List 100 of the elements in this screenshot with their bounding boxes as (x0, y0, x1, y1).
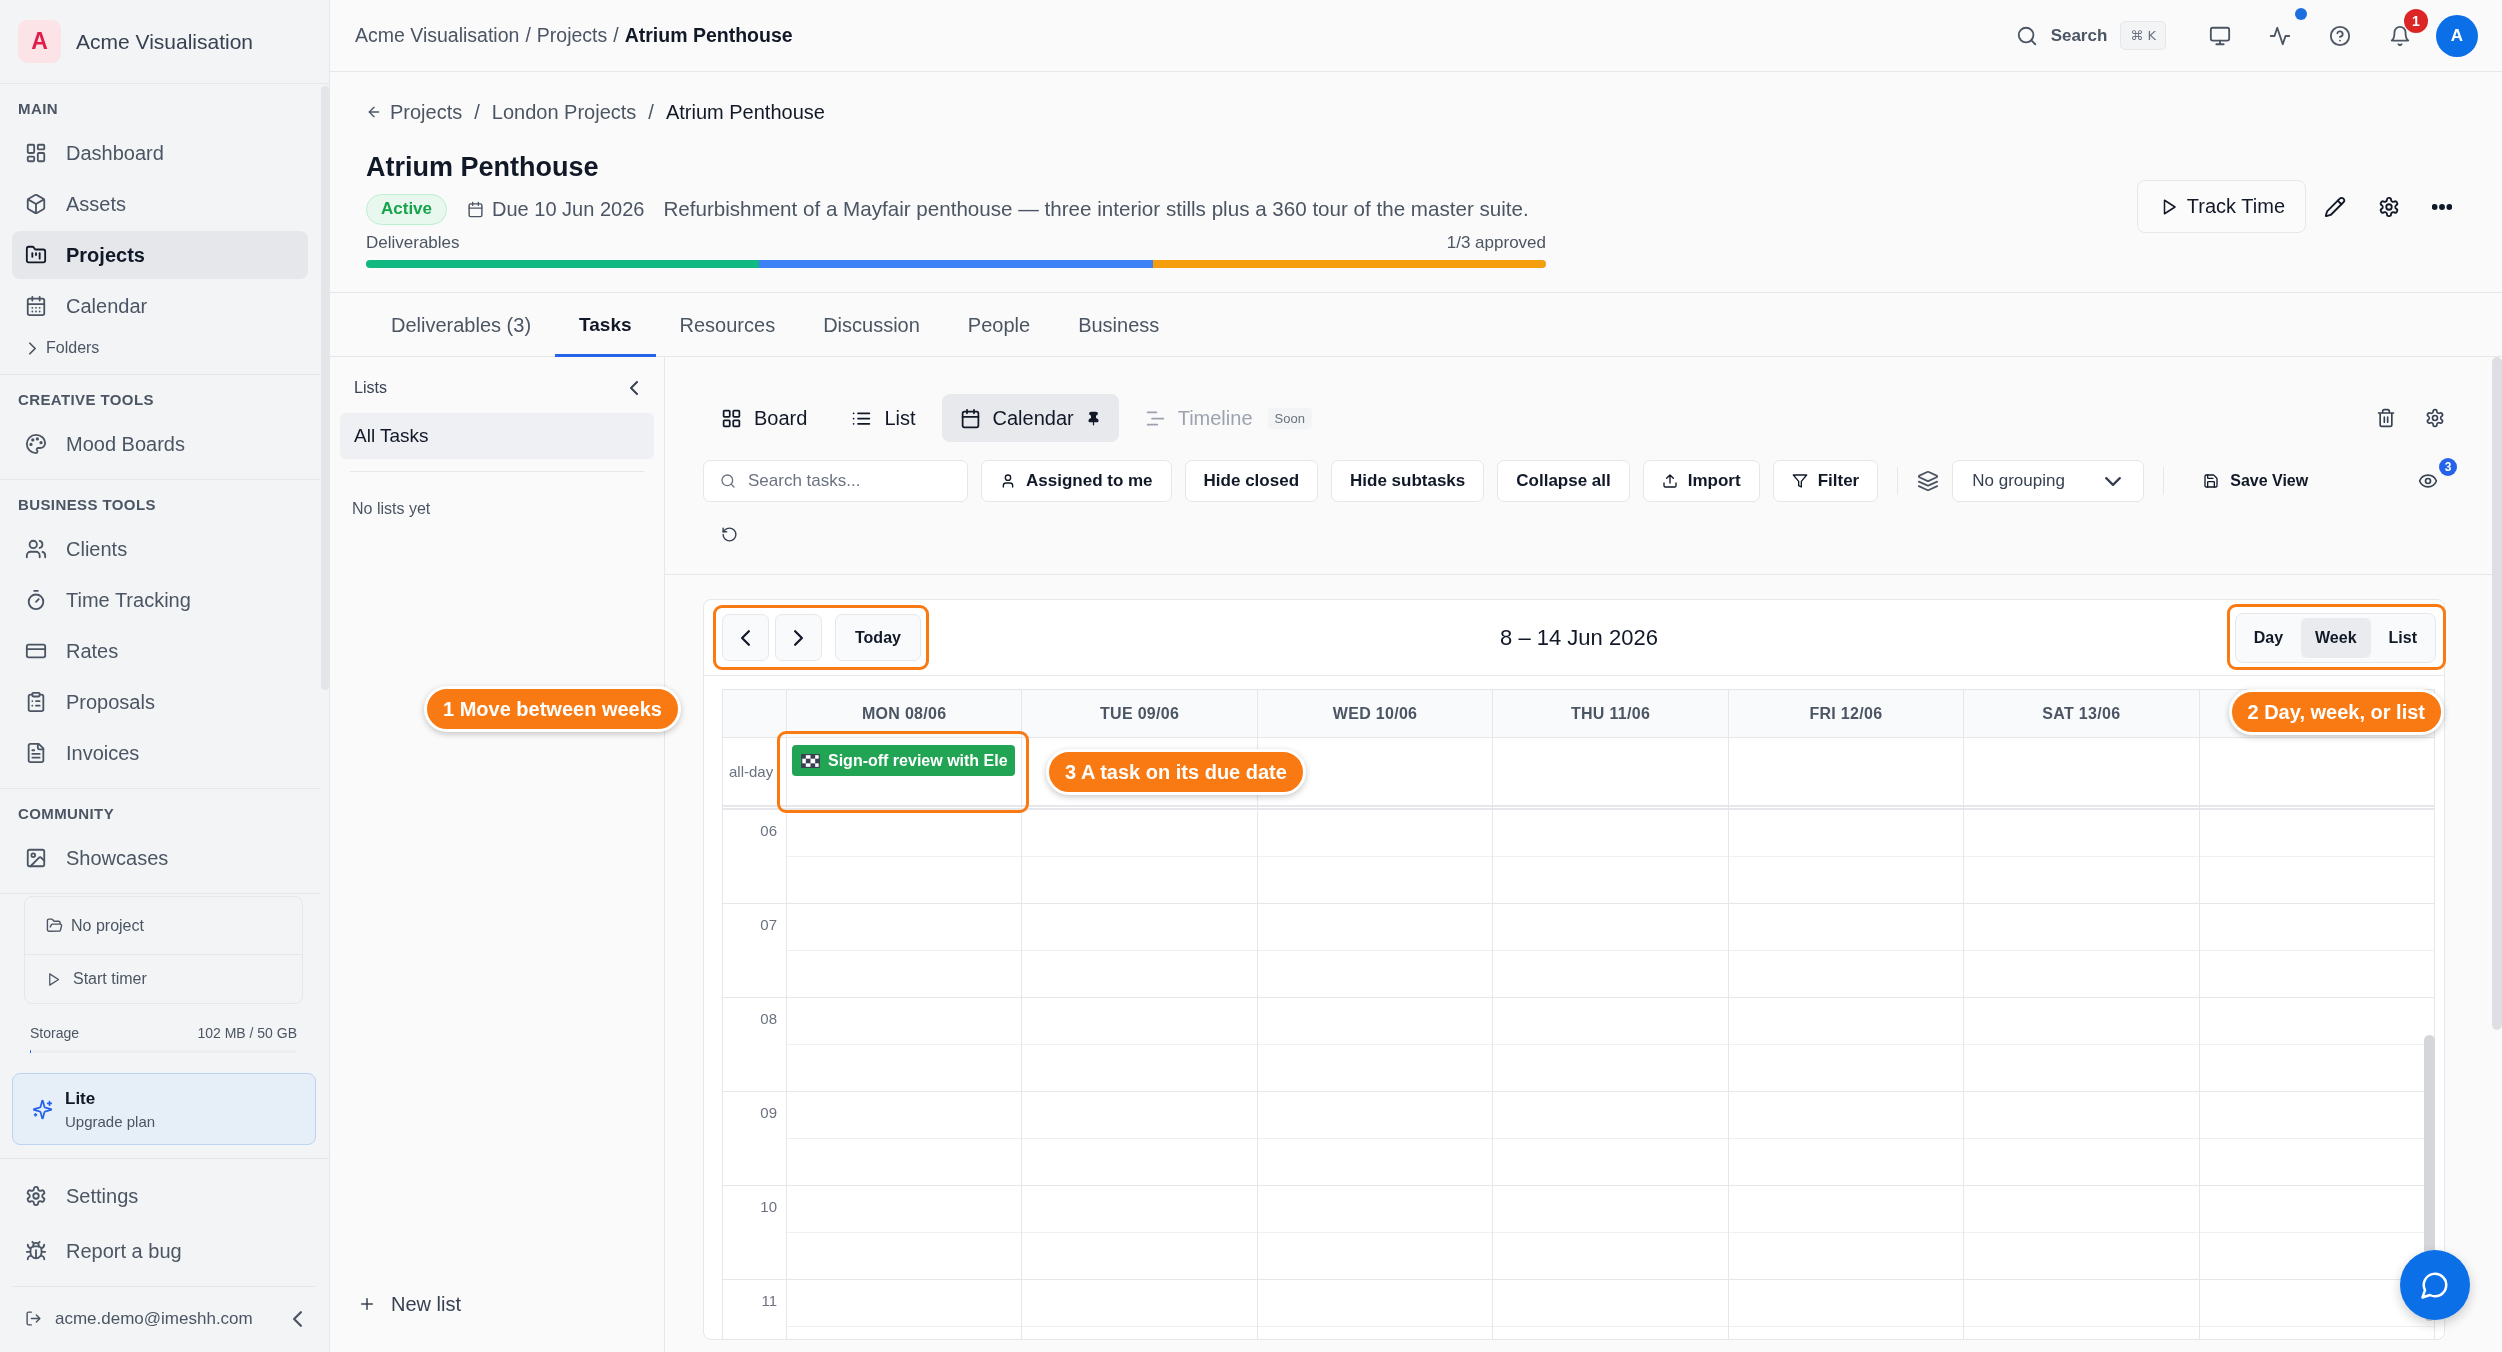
save-view-button[interactable]: Save View (2183, 460, 2319, 502)
hour-label: 08 (760, 1010, 777, 1028)
breadcrumb-separator: / (474, 100, 480, 124)
avatar[interactable]: A (2436, 14, 2478, 57)
more-icon[interactable] (2432, 203, 2452, 210)
breadcrumb-link[interactable]: London Projects (491, 100, 637, 124)
project-picker[interactable]: No project (25, 897, 302, 954)
start-timer-button[interactable]: Start timer (25, 954, 302, 1003)
sidebar-item[interactable]: Assets (12, 180, 308, 228)
tab[interactable]: Resources (655, 293, 800, 357)
settings-icon[interactable] (2378, 195, 2400, 218)
refresh-icon[interactable] (721, 525, 738, 543)
pencil-icon[interactable] (2324, 195, 2346, 218)
bug-icon (25, 1240, 47, 1262)
toolbar-button[interactable]: Collapse all (1497, 460, 1630, 502)
hour-label: 09 (760, 1104, 777, 1122)
grid-icon (721, 407, 742, 429)
hour-label: 11 (761, 1292, 777, 1310)
settings-icon (25, 1185, 47, 1207)
hour-label: 10 (760, 1198, 777, 1216)
search-button[interactable]: Search ⌘ K (2015, 21, 2166, 50)
folder-icon (46, 917, 63, 934)
toolbar-button[interactable]: Filter (1772, 460, 1879, 502)
view-tab[interactable]: Board (703, 394, 826, 442)
sidebar-item[interactable]: Proposals (12, 678, 308, 726)
chat-bubble-icon (2420, 1270, 2450, 1300)
new-list-button[interactable]: New list (340, 1284, 461, 1324)
logout-icon[interactable] (25, 1310, 42, 1327)
storage-label: Storage (30, 1024, 80, 1042)
lists-label: Lists (354, 379, 387, 397)
breadcrumb-current: Atrium Penthouse (665, 100, 825, 124)
breadcrumb-link[interactable]: Projects (536, 24, 608, 47)
sidebar-item[interactable]: Invoices (12, 729, 308, 777)
day-header: TUE 09/06 (1100, 704, 1180, 723)
previous-button[interactable] (722, 614, 769, 661)
sidebar-item[interactable]: Calendar (12, 282, 308, 330)
list-item[interactable]: All Tasks (340, 413, 654, 459)
view-mode-option[interactable]: Week (2301, 617, 2371, 658)
toolbar-button[interactable]: Import (1642, 460, 1760, 502)
calendar-icon (25, 295, 47, 317)
bell-icon[interactable] (2389, 24, 2411, 47)
search-field[interactable]: Search tasks... (703, 460, 968, 502)
tab[interactable]: Discussion (799, 293, 944, 357)
monitor-icon[interactable] (2209, 24, 2231, 47)
toolbar-button[interactable]: Hide closed (1184, 460, 1318, 502)
sidebar-item[interactable]: Mood Boards (12, 420, 308, 468)
sidebar-item[interactable]: Showcases (12, 834, 308, 882)
tab[interactable]: Deliverables (3) (367, 293, 556, 357)
back-link[interactable]: Projects (366, 100, 463, 124)
activity-icon[interactable] (2269, 24, 2291, 47)
breadcrumb-separator: / (525, 24, 531, 47)
plus-icon (358, 1295, 376, 1313)
callout-label: 2 Day, week, or list (2228, 689, 2444, 735)
empty-message: No lists yet (351, 500, 431, 518)
tab[interactable]: People (943, 293, 1055, 357)
next-button[interactable] (775, 614, 822, 661)
play-icon (46, 971, 61, 987)
eye-icon[interactable] (2418, 471, 2438, 491)
view-mode-option[interactable]: Day (2239, 617, 2298, 658)
sidebar-item[interactable]: Settings (12, 1172, 317, 1220)
breadcrumb-link[interactable]: Acme Visualisation (355, 24, 520, 47)
layers-icon[interactable] (1917, 470, 1940, 492)
brand-logo: A (18, 20, 61, 63)
chevron-left-icon[interactable] (630, 381, 638, 395)
plan-name: Lite (65, 1088, 96, 1109)
chevron-left-icon[interactable] (293, 1310, 302, 1327)
grouping-select[interactable]: No grouping (1952, 460, 2145, 502)
breadcrumb-current: Atrium Penthouse (624, 24, 793, 47)
soon-badge: Soon (1267, 407, 1312, 429)
view-mode-option[interactable]: List (2374, 617, 2431, 658)
notification-badge: 1 (2404, 8, 2428, 33)
approval-count: 1/3 approved (1446, 233, 1546, 253)
tab[interactable]: Tasks (555, 293, 656, 357)
checkered-flag-icon (801, 753, 820, 768)
view-tab[interactable]: List (833, 394, 934, 442)
sidebar-item[interactable]: Projects (12, 231, 308, 279)
toolbar-button[interactable]: Assigned to me (981, 460, 1172, 502)
folders-toggle[interactable]: Folders (12, 333, 100, 363)
today-button[interactable]: Today (835, 614, 921, 661)
hour-label: 06 (760, 822, 777, 840)
settings-icon[interactable] (2425, 408, 2445, 428)
view-tab[interactable]: Calendar (941, 394, 1119, 442)
sidebar-item[interactable]: Time Tracking (12, 576, 308, 624)
sidebar-item[interactable]: Dashboard (12, 129, 308, 177)
calendar-icon (959, 407, 981, 429)
trash-icon[interactable] (2376, 408, 2396, 428)
track-time-button[interactable]: Track Time (2136, 180, 2306, 233)
help-icon[interactable] (2329, 24, 2351, 47)
section-heading: BUSINESS TOOLS (18, 496, 156, 513)
count-badge: 3 (2439, 458, 2457, 476)
day-header: MON 08/06 (861, 704, 947, 723)
sidebar-item[interactable]: Report a bug (12, 1227, 317, 1275)
scrollbar-thumb[interactable] (2492, 357, 2502, 1030)
sidebar-item[interactable]: Rates (12, 627, 308, 675)
sidebar-item[interactable]: Clients (12, 525, 308, 573)
folder-icon (25, 244, 47, 266)
upgrade-plan-link[interactable]: Upgrade plan (65, 1112, 156, 1130)
tab[interactable]: Business (1054, 293, 1184, 357)
toolbar-button[interactable]: Hide subtasks (1331, 460, 1485, 502)
filter-icon (1791, 473, 1808, 489)
